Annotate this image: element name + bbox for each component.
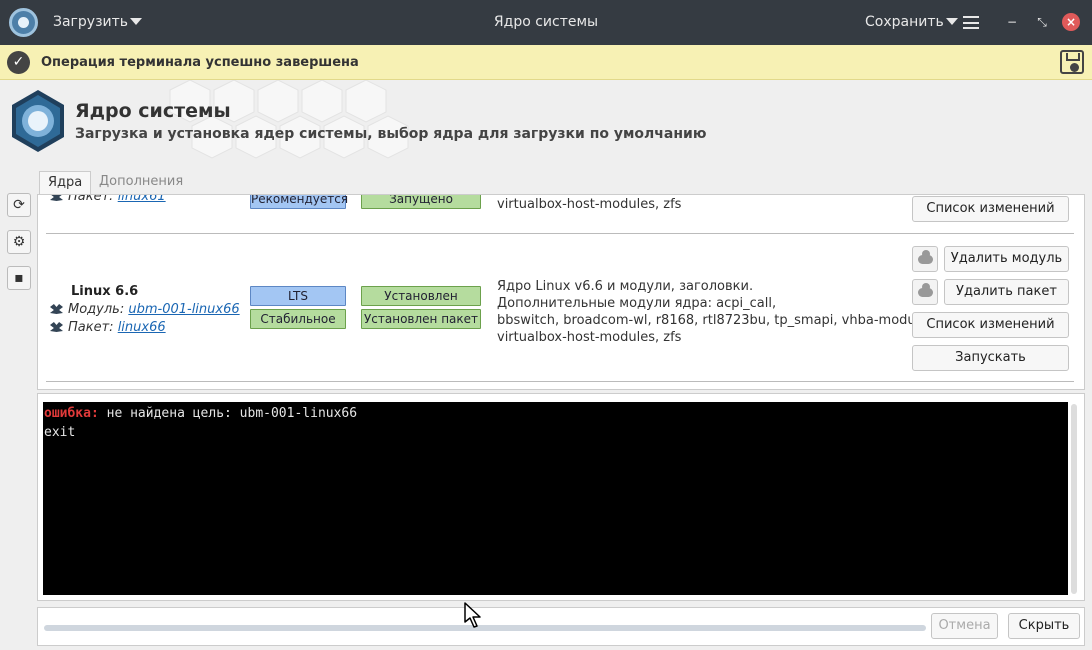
tab-kernels[interactable]: Ядра [39, 171, 92, 195]
terminal-scrollbar[interactable] [1071, 404, 1077, 594]
close-icon[interactable]: × [1062, 13, 1080, 31]
terminal-line: exit [44, 425, 76, 440]
save-menu[interactable]: Сохранить [865, 14, 958, 30]
module-installed-badge: Установлен модуль [361, 286, 481, 321]
checkmark-icon: ✓ [7, 51, 30, 74]
package-link[interactable]: linux61 [118, 195, 166, 204]
kernel-2-description: Ядро Linux v6.6 и модули, заголовки. Доп… [497, 278, 931, 346]
terminal-line: ошибка: не найдена цель: ubm-001-linux66 [44, 404, 1067, 423]
hide-button[interactable]: Скрыть [1008, 613, 1080, 639]
description-line: Дополнительные модули ядра: acpi_call, [497, 296, 777, 311]
mouse-pointer-icon [464, 602, 481, 628]
recommended-badge: Рекомендуется [250, 195, 348, 209]
lts-badge: LTS [250, 286, 346, 306]
settings-gear-icon[interactable]: ⚙ [7, 230, 31, 254]
terminal-panel: ошибка: не найдена цель: ubm-001-linux66… [37, 393, 1085, 601]
description-line: virtualbox-host-modules, zfs [497, 330, 682, 345]
package-icon [50, 195, 63, 201]
kernel-1-description: virtualbox-host-modules, zfs [497, 197, 682, 212]
hamburger-menu-icon[interactable] [963, 16, 979, 29]
kernel-2-module: Модуль: ubm-001-linux66 [50, 302, 240, 317]
page-subtitle: Загрузка и установка ядер системы, выбор… [75, 126, 707, 142]
row-divider [46, 233, 1074, 234]
launch-button[interactable]: Запускать [912, 345, 1069, 371]
minimize-icon[interactable]: − [1003, 13, 1021, 31]
chevron-down-icon [130, 18, 143, 25]
kernel-gear-icon [12, 90, 64, 152]
error-label: ошибка: [44, 406, 99, 421]
tab-extras[interactable]: Дополнения [91, 171, 191, 195]
bottom-bar: Отмена Скрыть [37, 607, 1085, 646]
lock-icon[interactable]: ▪ [7, 266, 31, 290]
chevron-down-icon [945, 18, 958, 25]
load-menu[interactable]: Загрузить [53, 14, 143, 30]
cloud-download-icon[interactable] [912, 279, 938, 305]
cloud-download-icon[interactable] [912, 246, 938, 272]
page-title: Ядро системы [75, 100, 231, 122]
hexagon-background [169, 80, 409, 159]
app-gear-icon[interactable] [9, 8, 38, 37]
remove-package-button[interactable]: Удалить пакет [944, 279, 1069, 305]
progress-bar [44, 625, 926, 631]
terminal-output[interactable]: ошибка: не найдена цель: ubm-001-linux66… [43, 402, 1068, 595]
load-menu-label: Загрузить [53, 14, 129, 30]
module-link[interactable]: ubm-001-linux66 [128, 302, 239, 317]
maximize-icon[interactable]: ⤡ [1033, 13, 1051, 31]
module-label: Модуль: [68, 302, 125, 317]
save-user-icon[interactable] [1060, 50, 1084, 74]
module-icon [50, 304, 63, 314]
notification-text: Операция терминала успешно завершена [41, 55, 359, 70]
kernels-list-panel: Пакет: linux61 Рекомендуется Запущено vi… [37, 194, 1085, 390]
remove-module-button[interactable]: Удалить модуль [944, 246, 1069, 272]
package-label: Пакет: [68, 194, 114, 204]
refresh-icon[interactable]: ⟳ [7, 193, 31, 217]
notification-bar: ✓ Операция терминала успешно завершена [0, 45, 1092, 80]
row-divider [46, 381, 1074, 382]
kernel-2-name: Linux 6.6 [71, 284, 139, 299]
stable-badge: Стабильное [250, 309, 346, 329]
package-label: Пакет: [68, 320, 114, 335]
package-installed-badge: Установлен пакет [361, 309, 481, 329]
running-badge: Запущено [361, 195, 481, 209]
error-text: не найдена цель: ubm-001-linux66 [98, 406, 358, 421]
package-icon [50, 322, 63, 332]
page-header: Ядро системы Загрузка и установка ядер с… [0, 80, 1092, 164]
kernel-1-package: Пакет: linux61 [50, 194, 166, 204]
changelog-button[interactable]: Список изменений [912, 312, 1069, 338]
description-line: Ядро Linux v6.6 и модули, заголовки. [497, 279, 754, 294]
save-menu-label: Сохранить [865, 14, 944, 30]
window-titlebar: Загрузить Ядро системы Сохранить − ⤡ × [0, 0, 1092, 45]
package-link[interactable]: linux66 [118, 320, 166, 335]
cancel-button[interactable]: Отмена [931, 613, 998, 639]
changelog-button[interactable]: Список изменений [912, 196, 1069, 222]
kernel-2-package: Пакет: linux66 [50, 320, 166, 335]
description-line: bbswitch, broadcom-wl, r8168, rtl8723bu,… [497, 313, 932, 328]
